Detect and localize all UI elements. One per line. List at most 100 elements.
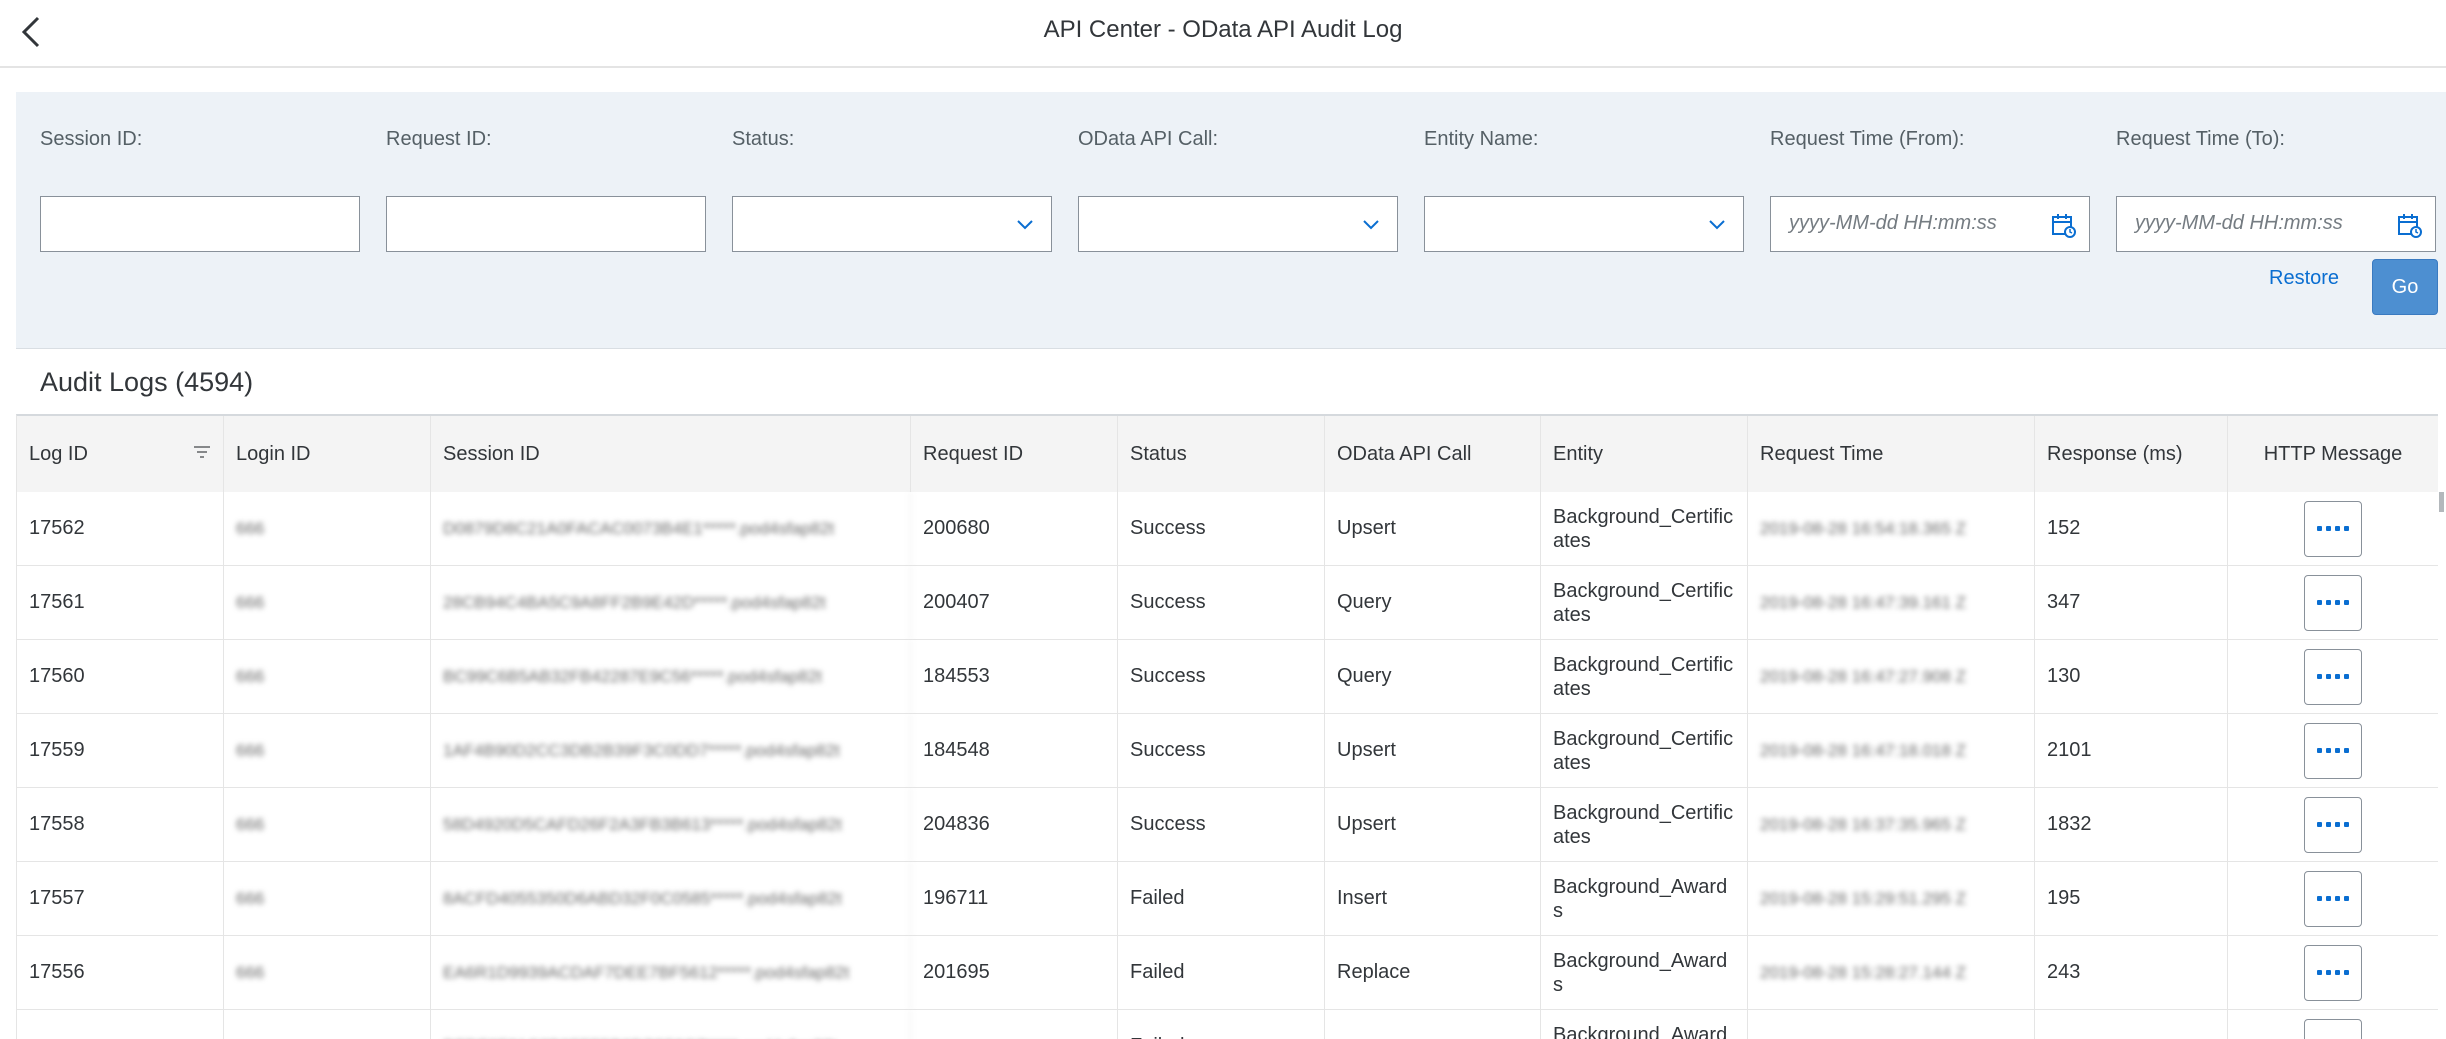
http-message-button[interactable] [2304, 796, 2362, 853]
chevron-down-icon[interactable] [1701, 209, 1733, 241]
http-message-cell [2228, 492, 2438, 565]
page-title: API Center - OData API Audit Log [1043, 16, 1403, 43]
login-id-value: 666 [236, 666, 265, 686]
more-icon [2317, 600, 2349, 605]
table-row[interactable]: 17559 666 1AF4B90D2CC3DB2B39F3C0DD7*****… [17, 714, 2438, 788]
table-row[interactable]: 17560 666 BC99C6B5AB32FB42287E9C56*****.… [17, 640, 2438, 714]
table-row[interactable]: 17562 666 D0879D8C21A0FACAC0073B4E1*****… [17, 492, 2438, 566]
more-icon [2317, 822, 2349, 827]
table-row[interactable]: 17561 666 28CB94C4BA5C9A8FF2B9E42D*****.… [17, 566, 2438, 640]
request-time-to-input[interactable]: yyyy-MM-dd HH:mm:ss [2116, 196, 2436, 252]
column-header-response[interactable]: Response (ms) [2035, 416, 2228, 492]
table-scrollbar[interactable] [2438, 488, 2446, 1039]
request-time-cell: 2019-08-28 15:29:51.295 Z [1748, 862, 2035, 935]
odata-api-call-cell: Upsert [1325, 492, 1541, 565]
http-message-cell [2228, 640, 2438, 713]
scrollbar-thumb[interactable] [2439, 492, 2444, 512]
login-id-cell: 666 [224, 566, 431, 639]
chevron-down-icon[interactable] [1009, 209, 1041, 241]
response-cell: 243 [2035, 936, 2228, 1009]
status-cell: Success [1118, 492, 1325, 565]
go-button[interactable]: Go [2372, 259, 2438, 315]
login-id-cell: 666 [224, 640, 431, 713]
column-header-odata-api-call[interactable]: OData API Call [1325, 416, 1541, 492]
table-row[interactable]: 17557 666 8ACFD4055350D6ABD32F0C0585****… [17, 862, 2438, 936]
column-header-entity[interactable]: Entity [1541, 416, 1748, 492]
request-id-cell: 184548 [911, 714, 1118, 787]
filter-request-time-from: Request Time (From): yyyy-MM-dd HH:mm:ss [1770, 126, 2092, 252]
odata-api-call-select[interactable] [1078, 196, 1398, 252]
request-id-cell: 200407 [911, 566, 1118, 639]
request-id-cell: 200680 [911, 492, 1118, 565]
session-id-cell: 28CB94C4BA5C9A8FF2B9E42D*****.pod4sfap82… [431, 566, 911, 639]
odata-api-call-cell: Query [1325, 566, 1541, 639]
http-message-button[interactable] [2304, 648, 2362, 705]
request-time-cell: 2019-08-28 16:54:18.365 Z [1748, 492, 2035, 565]
session-id-cell: 8ACFD4055350D6ABD32F0C0585*****.pod4sfap… [431, 862, 911, 935]
http-message-button[interactable] [2304, 500, 2362, 557]
status-select[interactable] [732, 196, 1052, 252]
column-header-status[interactable]: Status [1118, 416, 1325, 492]
column-header-request-time[interactable]: Request Time [1748, 416, 2035, 492]
restore-button[interactable]: Restore [2269, 267, 2339, 290]
table-row[interactable]: 17556 666 EA6R1D9939ACDAF7DEE7BF5612****… [17, 936, 2438, 1010]
filter-label: OData API Call: [1078, 128, 1219, 150]
column-header-session-id[interactable]: Session ID [431, 416, 911, 492]
odata-api-call-cell: Query [1325, 640, 1541, 713]
entity-name-select[interactable] [1424, 196, 1744, 252]
filter-session-id: Session ID: [40, 126, 362, 252]
filter-label: Entity Name: [1424, 128, 1539, 150]
entity-cell: Background_Awards [1541, 1010, 1748, 1039]
app-header: API Center - OData API Audit Log [0, 0, 2446, 68]
request-id-input[interactable] [386, 196, 706, 252]
filter-label: Session ID: [40, 128, 143, 150]
placeholder: yyyy-MM-dd HH:mm:ss [1789, 212, 1997, 234]
table-row[interactable]: DFDF0F81C3B0FFF5B6D7C59C7*****.pod4sfap8… [17, 1010, 2438, 1039]
status-cell: Failed [1118, 936, 1325, 1009]
column-header-log-id[interactable]: Log ID [17, 416, 224, 492]
calendar-icon[interactable] [2047, 209, 2079, 241]
filter-label: Request Time (From): [1770, 128, 1965, 150]
request-id-cell [911, 1010, 1118, 1039]
request-time-cell [1748, 1010, 2035, 1039]
column-header-request-id[interactable]: Request ID [911, 416, 1118, 492]
entity-cell: Background_Certificates [1541, 566, 1748, 639]
request-id-cell: 196711 [911, 862, 1118, 935]
login-id-value: 666 [236, 740, 265, 760]
log-id-cell: 17557 [17, 862, 224, 935]
request-time-value: 2019-08-28 16:37:35.965 Z [1760, 814, 1967, 834]
http-message-button[interactable] [2304, 944, 2362, 1001]
status-cell: Success [1118, 714, 1325, 787]
http-message-button[interactable] [2304, 574, 2362, 631]
more-icon [2317, 526, 2349, 531]
response-cell: 195 [2035, 862, 2228, 935]
audit-log-table: Log ID Login ID Session ID Request ID St… [16, 414, 2438, 1039]
http-message-cell [2228, 936, 2438, 1009]
status-cell: Success [1118, 788, 1325, 861]
request-time-value: 2019-08-28 16:54:18.365 Z [1760, 518, 1967, 538]
calendar-icon[interactable] [2393, 209, 2425, 241]
more-icon [2317, 896, 2349, 901]
log-id-cell: 17556 [17, 936, 224, 1009]
response-cell: 152 [2035, 492, 2228, 565]
status-cell: Failed [1118, 1010, 1325, 1039]
request-time-value: 2019-08-28 16:47:27.908 Z [1760, 666, 1967, 686]
request-time-from-input[interactable]: yyyy-MM-dd HH:mm:ss [1770, 196, 2090, 252]
request-time-cell: 2019-08-28 16:47:27.908 Z [1748, 640, 2035, 713]
entity-cell: Background_Certificates [1541, 714, 1748, 787]
http-message-button[interactable] [2304, 722, 2362, 779]
session-id-input[interactable] [40, 196, 360, 252]
http-message-button[interactable] [2304, 870, 2362, 927]
chevron-down-icon[interactable] [1355, 209, 1387, 241]
http-message-button[interactable] [2304, 1018, 2362, 1039]
odata-api-call-cell: Insert [1325, 862, 1541, 935]
table-row[interactable]: 17558 666 58D4920D5CAFD26F2A3FB3B613****… [17, 788, 2438, 862]
session-id-cell: EA6R1D9939ACDAF7DEE7BF5612*****.pod4sfap… [431, 936, 911, 1009]
column-header-http-message[interactable]: HTTP Message [2228, 416, 2438, 492]
more-icon [2317, 970, 2349, 975]
filter-label: Request Time (To): [2116, 128, 2285, 150]
placeholder: yyyy-MM-dd HH:mm:ss [2135, 212, 2343, 234]
sort-icon[interactable] [193, 444, 211, 460]
column-header-login-id[interactable]: Login ID [224, 416, 431, 492]
filter-label: Status: [732, 128, 795, 150]
